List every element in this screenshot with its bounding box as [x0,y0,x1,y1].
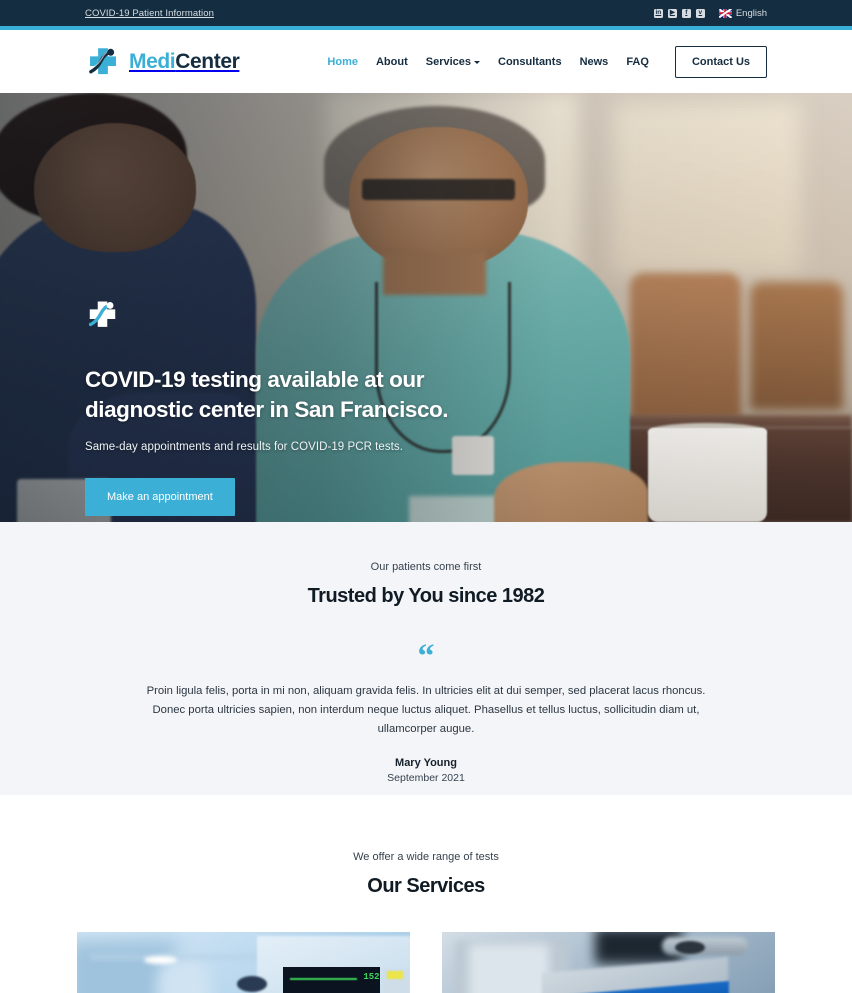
nav-item-home[interactable]: Home [327,56,358,68]
facebook-icon[interactable]: f [681,8,691,18]
nav-label-consultants: Consultants [498,55,562,68]
service-card-equipment[interactable] [442,932,775,993]
youtube-icon[interactable]: ▶ [667,8,677,18]
hero-content: COVID-19 testing available at our diagno… [85,298,525,516]
service-card-monitor[interactable]: 152 105 [77,932,410,993]
testimonial-eyebrow: Our patients come first [370,561,482,573]
nav-item-about[interactable]: About [376,56,408,68]
twitter-icon[interactable]: ᴠ [695,8,705,18]
chevron-down-icon [474,60,480,64]
language-label: English [735,7,767,19]
services-eyebrow: We offer a wide range of tests [353,851,499,863]
nav-item-faq[interactable]: FAQ [626,56,649,68]
language-switcher[interactable]: English [718,7,767,19]
quote-mark-icon: “ [417,638,435,675]
hero-subtitle: Same-day appointments and results for CO… [85,440,403,453]
hero-section: COVID-19 testing available at our diagno… [0,93,852,522]
make-appointment-button[interactable]: Make an appointment [85,477,235,516]
nav-label-faq: FAQ [626,55,649,68]
testimonial-title: Trusted by You since 1982 [307,585,545,607]
nav-item-services[interactable]: Services [426,56,480,68]
brand-text-center: Center [175,49,240,73]
nav-label-services: Services [425,55,471,68]
services-title: Our Services [367,875,485,897]
medicenter-cross-icon [89,47,116,74]
monitor-reading-heart-rate: 152 [363,972,380,983]
testimonial-body: Proin ligula felis, porta in mi non, ali… [146,685,706,735]
services-card-grid: 152 105 [0,932,852,993]
testimonial-date: September 2021 [387,771,465,784]
contact-us-button[interactable]: Contact Us [674,45,767,78]
brand-wordmark: MediCenter [129,49,240,74]
site-header: MediCenter Home About Services Consultan… [0,30,852,93]
hero-title: COVID-19 testing available at our diagno… [85,367,449,422]
brand-text-medi: Medi [129,49,176,73]
nav-item-news[interactable]: News [580,56,609,68]
nav-label-home: Home [327,55,358,68]
services-section: We offer a wide range of tests Our Servi… [0,795,852,993]
covid-info-link[interactable]: COVID-19 Patient Information [85,8,214,19]
uk-flag-icon [718,8,732,18]
nav-item-consultants[interactable]: Consultants [498,56,562,68]
testimonial-section: Our patients come first Trusted by You s… [0,522,852,795]
linkedin-icon[interactable]: in [653,8,663,18]
hero-medicenter-cross-icon [88,301,116,327]
topbar-right-group: in ▶ f ᴠ English [653,7,767,19]
brand-logo[interactable]: MediCenter [85,45,240,79]
testimonial-author: Mary Young [395,756,457,769]
main-navigation: Home About Services Consultants News FAQ… [327,45,767,78]
nav-label-news: News [579,55,609,68]
nav-label-about: About [375,55,408,68]
top-utility-bar: COVID-19 Patient Information in ▶ f ᴠ En… [0,0,852,26]
